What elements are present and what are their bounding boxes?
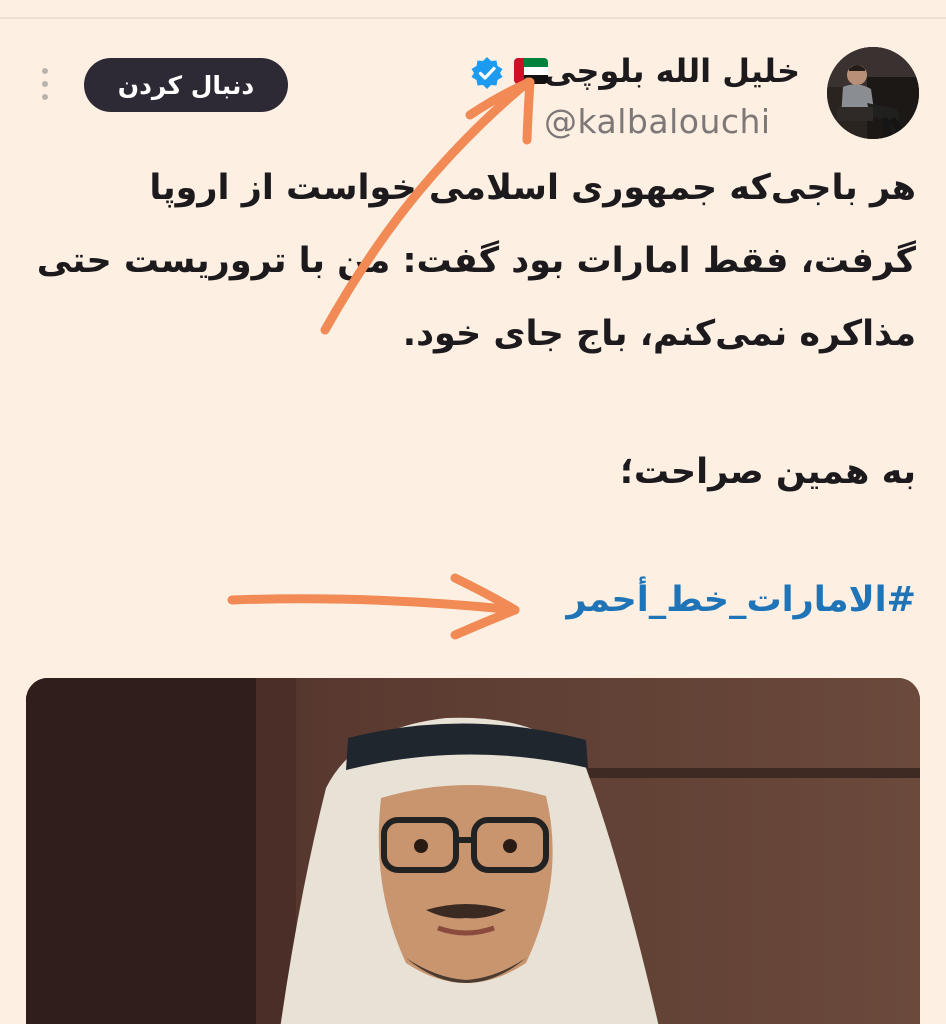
media-portrait-photo xyxy=(26,678,920,1024)
more-vertical-icon[interactable] xyxy=(38,68,52,100)
hashtag-link[interactable]: #الامارات_خط_أحمر xyxy=(566,580,916,620)
author-display-name[interactable]: خلیل الله بلوچی xyxy=(544,52,800,90)
author-handle[interactable]: @kalbalouchi xyxy=(544,102,771,141)
tweet-text-line-1: هر باجی‌که جمهوری اسلامی خواست از اروپا xyxy=(149,168,916,208)
tweet-text-line-3: مذاکره نمی‌کنم، باج جای خود. xyxy=(402,314,916,354)
tweet-page: خلیل الله بلوچی @kalbalouchi دنبال کردن … xyxy=(0,0,946,1024)
tweet-text-second-paragraph: به همین صراحت؛ xyxy=(619,452,916,492)
avatar-photo xyxy=(827,47,919,139)
author-avatar[interactable] xyxy=(827,47,919,139)
tweet-media-image[interactable] xyxy=(26,678,920,1024)
arrow-to-hashtag xyxy=(227,573,520,640)
top-divider xyxy=(0,17,946,19)
uae-flag-icon xyxy=(514,58,548,84)
tweet-text-line-2: گرفت، فقط امارات بود گفت: من با تروریست … xyxy=(36,241,916,281)
follow-button[interactable]: دنبال کردن xyxy=(84,58,288,112)
verified-badge-icon xyxy=(470,56,504,90)
